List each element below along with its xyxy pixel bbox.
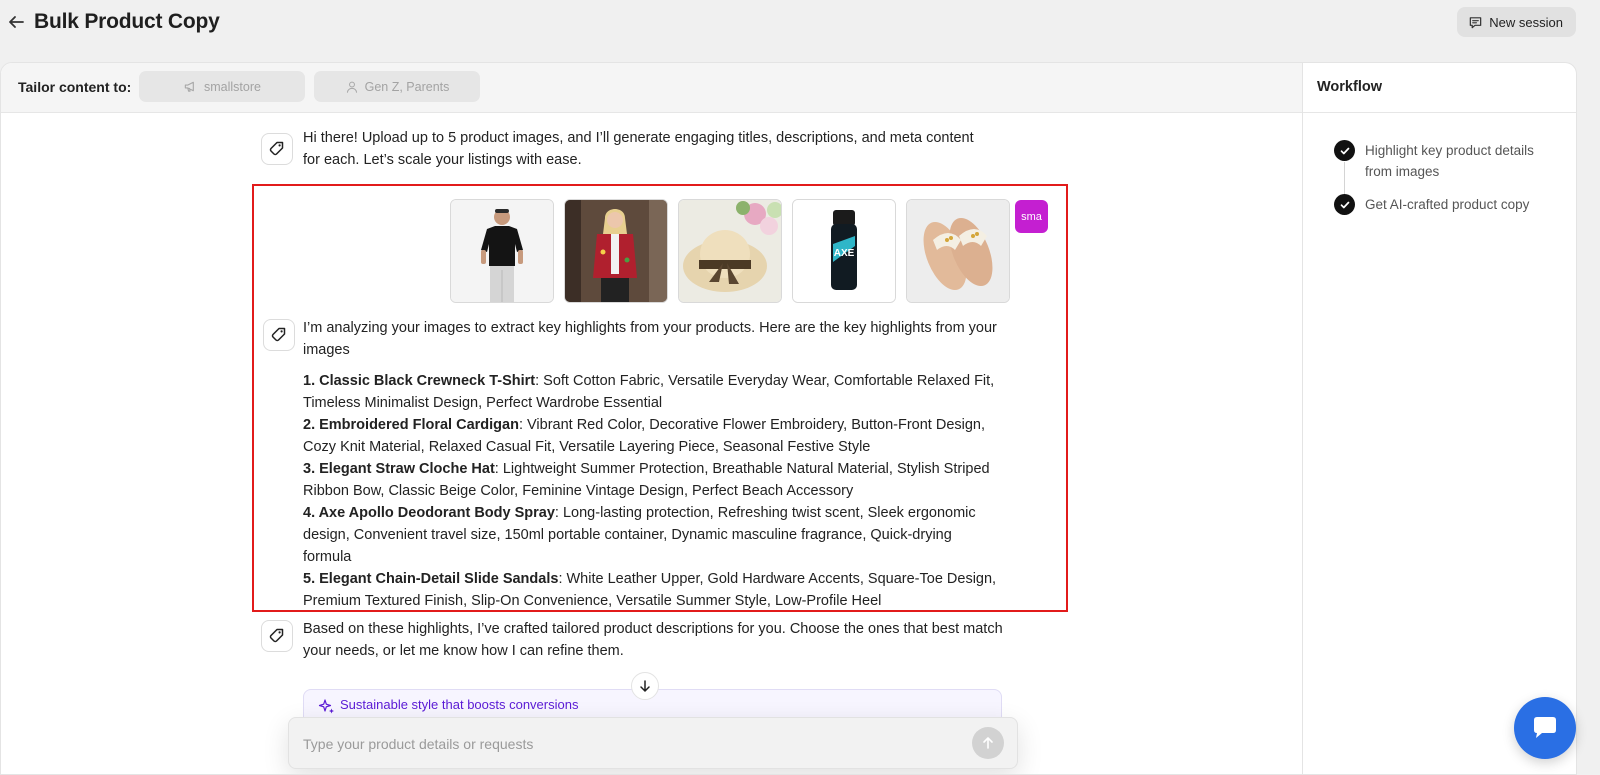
analysis-message: I’m analyzing your images to extract key… xyxy=(303,317,1003,612)
arrow-left-icon xyxy=(9,16,24,28)
tailor-label: Tailor content to: xyxy=(18,79,132,95)
cardigan-photo xyxy=(565,200,667,302)
greeting-message: Hi there! Upload up to 5 product images,… xyxy=(303,127,983,171)
user-avatar-badge: sma xyxy=(1015,200,1048,233)
image-thumbnail-tshirt[interactable] xyxy=(450,199,554,303)
arrow-up-icon xyxy=(983,737,993,749)
scroll-down-button[interactable] xyxy=(631,672,659,700)
list-item: 3. Elegant Straw Cloche Hat: Lightweight… xyxy=(303,461,990,499)
workflow-header: Workflow xyxy=(1303,63,1576,113)
check-icon xyxy=(1334,140,1355,161)
check-icon xyxy=(1334,194,1355,215)
support-chat-button[interactable] xyxy=(1514,697,1576,759)
workflow-step-label: Get AI-crafted product copy xyxy=(1365,197,1530,212)
deodorant-photo: AXE xyxy=(793,200,895,302)
tag-icon xyxy=(271,327,286,342)
chat-input[interactable] xyxy=(301,718,945,770)
bot-avatar xyxy=(263,319,295,351)
bot-avatar xyxy=(261,133,293,165)
followup-text: Based on these highlights, I’ve crafted … xyxy=(303,621,1003,659)
workflow-step-2: Get AI-crafted product copy xyxy=(1334,194,1545,215)
chat-icon xyxy=(1534,717,1556,738)
tag-icon xyxy=(269,141,284,156)
chat-bubble-icon xyxy=(1470,16,1482,28)
new-session-button[interactable]: New session xyxy=(1457,7,1576,37)
workflow-step-1: Highlight key product details from image… xyxy=(1334,140,1545,182)
workflow-title: Workflow xyxy=(1317,79,1382,95)
tag-icon xyxy=(269,628,284,643)
arrow-down-icon xyxy=(640,680,650,692)
greeting-text: Hi there! Upload up to 5 product images,… xyxy=(303,130,974,168)
chat-panel: Tailor content to: smallstore Gen Z, Par… xyxy=(0,62,1303,775)
image-thumbnail-cardigan[interactable] xyxy=(564,199,668,303)
chat-input-box xyxy=(288,717,1018,770)
store-chip-label: smallstore xyxy=(204,79,261,94)
audience-chip-label: Gen Z, Parents xyxy=(364,79,450,94)
store-chip[interactable]: smallstore xyxy=(139,71,305,102)
highlight-region: AXE sma I’m analyzing your images to ext… xyxy=(252,184,1068,612)
send-button[interactable] xyxy=(972,727,1004,759)
sandals-photo xyxy=(907,200,1009,302)
analysis-intro: I’m analyzing your images to extract key… xyxy=(303,320,997,358)
uploaded-images: AXE xyxy=(450,199,1010,303)
tailor-bar: Tailor content to: smallstore Gen Z, Par… xyxy=(1,63,1302,113)
highlights-list: 1. Classic Black Crewneck T-Shirt: Soft … xyxy=(303,370,1003,612)
hat-photo xyxy=(679,200,781,302)
tshirt-photo xyxy=(451,200,553,302)
sparkle-icon xyxy=(318,699,334,714)
list-item: 5. Elegant Chain-Detail Slide Sandals: W… xyxy=(303,571,997,609)
list-item: 4. Axe Apollo Deodorant Body Spray: Long… xyxy=(303,505,976,565)
top-bar: Bulk Product Copy New session xyxy=(0,0,1600,62)
person-icon xyxy=(346,81,357,93)
followup-message: Based on these highlights, I’ve crafted … xyxy=(303,618,1003,662)
list-item: 2. Embroidered Floral Cardigan: Vibrant … xyxy=(303,417,986,455)
bot-avatar xyxy=(261,620,293,652)
suggestion-title: Sustainable style that boosts conversion… xyxy=(340,697,579,712)
workflow-step-label: Highlight key product details from image… xyxy=(1365,143,1534,179)
image-thumbnail-hat[interactable] xyxy=(678,199,782,303)
megaphone-icon xyxy=(184,81,194,92)
back-button[interactable] xyxy=(4,10,28,34)
image-thumbnail-sandals[interactable] xyxy=(906,199,1010,303)
svg-text:AXE: AXE xyxy=(834,248,855,259)
new-session-label: New session xyxy=(1489,14,1563,30)
audience-chip[interactable]: Gen Z, Parents xyxy=(314,71,480,102)
list-item: 1. Classic Black Crewneck T-Shirt: Soft … xyxy=(303,373,995,411)
workflow-panel: Workflow Highlight key product details f… xyxy=(1303,62,1577,775)
image-thumbnail-deodorant[interactable]: AXE xyxy=(792,199,896,303)
page-title: Bulk Product Copy xyxy=(34,10,220,33)
